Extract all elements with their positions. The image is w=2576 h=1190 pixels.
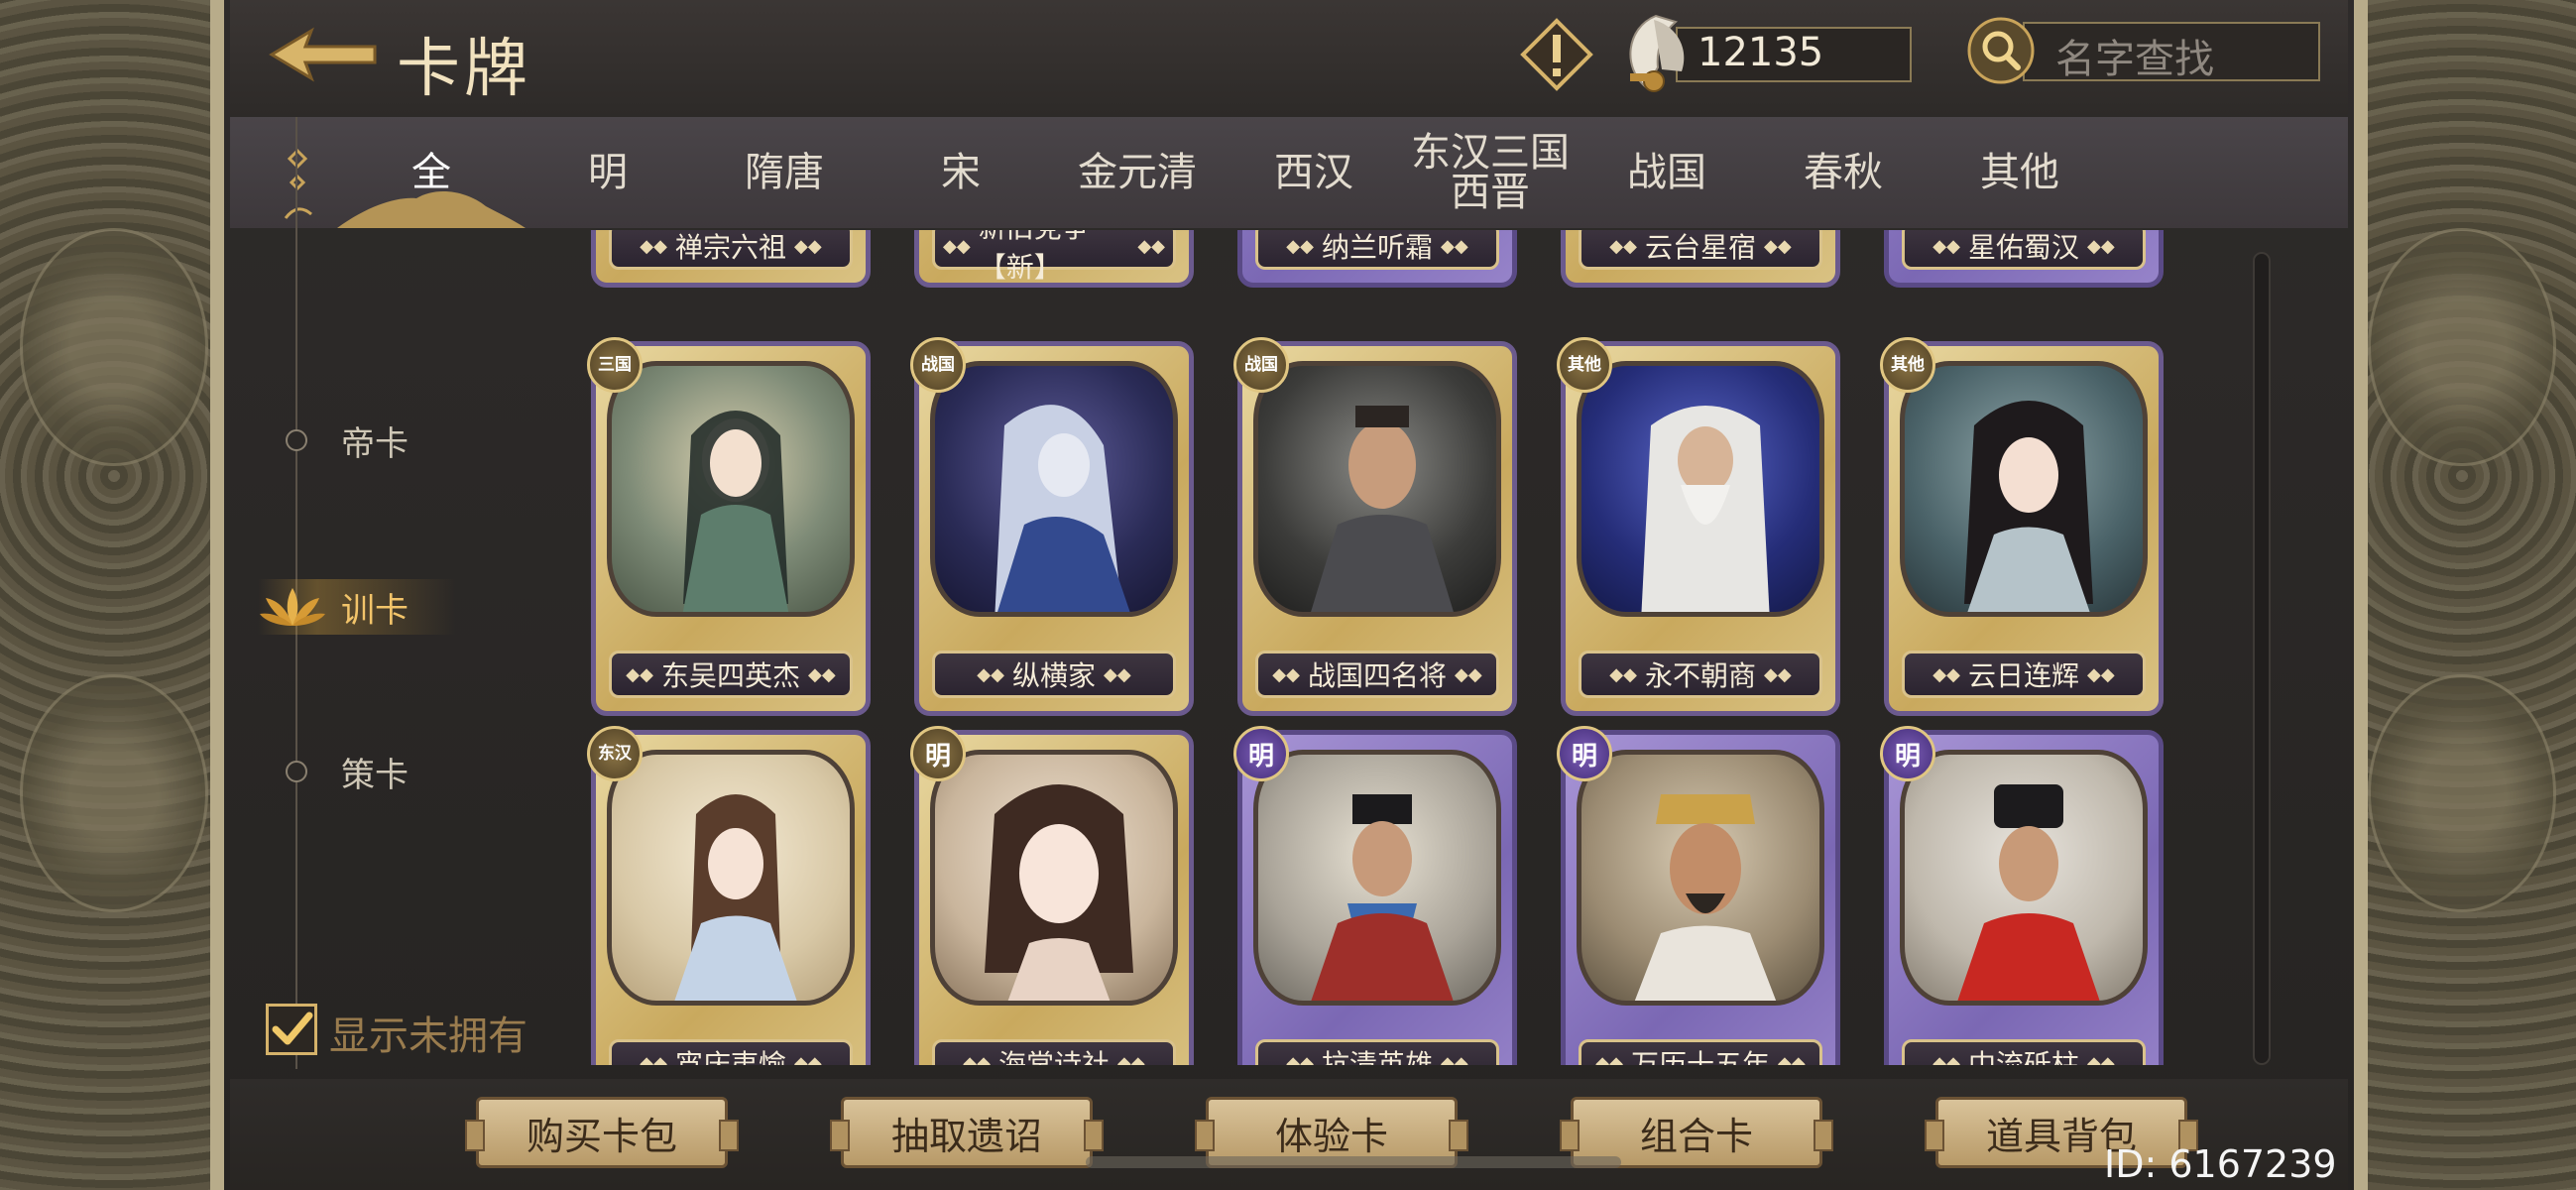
card-partial[interactable]: ◆◆ 云台星宿 ◆◆ [1561, 230, 1840, 288]
tab-ornament-icon [284, 149, 312, 219]
card-partial[interactable]: ◆◆ 禅宗六祖 ◆◆ [591, 230, 871, 288]
category-emperor-card[interactable]: 帝卡 [258, 413, 446, 468]
card-name-label: 抗清英雄 [1321, 1048, 1433, 1065]
dragon-emblem-icon [2368, 228, 2556, 466]
card-grid: ◆◆禅宗六祖◆◆ ◆◆新旧党争【新】◆◆ ◆◆纳兰听霜◆◆ ◆◆云台星宿◆◆ ◆… [575, 230, 2261, 1065]
show-unowned-label: 显示未拥有 [329, 1013, 527, 1059]
checkmark-icon [272, 1012, 313, 1045]
draw-edict-button[interactable]: 抽取遗诏 [830, 1097, 1104, 1168]
dynasty-badge: 明 [1557, 726, 1612, 781]
tab-ming[interactable]: 明 [519, 117, 697, 228]
card-collection-screen: { "header": { "title": "卡牌", "currency_v… [0, 0, 2576, 1190]
card-item[interactable]: 明 ◆◆ 中流砥柱 ◆◆ [1880, 726, 2164, 1065]
currency-amount: 12135 [1698, 30, 1824, 75]
lotus-icon [260, 588, 325, 626]
card-portrait [930, 750, 1178, 1006]
card-name-label: 禅宗六祖 [674, 231, 786, 264]
tab-other[interactable]: 其他 [1931, 117, 2109, 228]
dynasty-badge: 东汉 [587, 726, 643, 781]
card-item[interactable]: 明 ◆◆ 海棠诗社 ◆◆ [910, 726, 1194, 1065]
card-name-label: 宵庆夷愉 [674, 1048, 786, 1065]
card-item[interactable]: 明 ◆◆ 抗清英雄 ◆◆ [1233, 726, 1517, 1065]
dynasty-badge: 其他 [1880, 337, 1935, 393]
dynasty-badge: 战国 [910, 337, 966, 393]
dragon-emblem-icon [20, 674, 208, 912]
search-placeholder: 名字查找 [2055, 37, 2214, 82]
page-title: 卡牌 [397, 33, 531, 106]
card-name-label: 万历十五年 [1630, 1048, 1770, 1065]
category-label: 训卡 [341, 590, 409, 631]
right-dragon-pattern [2348, 0, 2576, 1190]
dynasty-badge: 三国 [587, 337, 643, 393]
card-item[interactable]: 东汉 ◆◆ 宵庆夷愉 ◆◆ [587, 726, 871, 1065]
card-portrait [1577, 361, 1824, 617]
dynasty-badge: 明 [1233, 726, 1289, 781]
left-dragon-pattern [0, 0, 228, 1190]
dynasty-badge: 其他 [1557, 337, 1612, 393]
card-item[interactable]: 明 ◆◆ 万历十五年 ◆◆ [1557, 726, 1840, 1065]
card-name-label: 云日连辉 [1967, 659, 2079, 692]
timeline-dot [286, 761, 307, 782]
show-unowned-checkbox[interactable] [266, 1004, 317, 1055]
tab-sui-tang[interactable]: 隋唐 [695, 117, 874, 228]
tab-all[interactable]: 全 [342, 117, 521, 228]
card-portrait [930, 361, 1178, 617]
card-name-label: 海棠诗社 [997, 1048, 1110, 1065]
tab-chunqiu[interactable]: 春秋 [1754, 117, 1932, 228]
card-portrait [1577, 750, 1824, 1006]
buy-card-pack-button[interactable]: 购买卡包 [465, 1097, 739, 1168]
category-label: 帝卡 [341, 423, 409, 464]
category-strategy-card[interactable]: 策卡 [258, 744, 446, 799]
tab-jin-yuan-qing[interactable]: 金元清 [1048, 117, 1227, 228]
tab-song[interactable]: 宋 [872, 117, 1050, 228]
dynasty-badge: 明 [1880, 726, 1935, 781]
dynasty-badge: 明 [910, 726, 966, 781]
card-portrait [1253, 750, 1501, 1006]
card-name-label: 纳兰听霜 [1321, 231, 1433, 264]
card-name-label: 云台星宿 [1644, 231, 1756, 264]
back-arrow-icon [269, 27, 377, 82]
card-partial[interactable]: ◆◆ 星佑蜀汉 ◆◆ [1884, 230, 2164, 288]
search-icon[interactable] [1966, 16, 2036, 85]
category-label: 策卡 [341, 755, 409, 795]
card-portrait [1900, 361, 2148, 617]
grid-scrollbar[interactable] [2253, 252, 2271, 1065]
card-name-label: 星佑蜀汉 [1967, 231, 2079, 264]
card-item[interactable]: 战国 ◆◆ 纵横家 ◆◆ [910, 337, 1194, 716]
dynasty-badge: 战国 [1233, 337, 1289, 393]
card-partial[interactable]: ◆◆ 纳兰听霜 ◆◆ [1237, 230, 1517, 288]
tab-donghan-sanguo-xijin[interactable]: 东汉三国 西晋 [1401, 117, 1580, 228]
card-name-label: 永不朝商 [1644, 659, 1756, 692]
warning-icon [1520, 18, 1593, 91]
card-item[interactable]: 其他 ◆◆ 云日连辉 ◆◆ [1880, 337, 2164, 716]
home-indicator[interactable] [1086, 1156, 1621, 1168]
card-portrait [1253, 361, 1501, 617]
dragon-emblem-icon [2368, 674, 2556, 912]
card-partial[interactable]: ◆◆新旧党争【新】◆◆ [914, 230, 1194, 288]
category-training-card[interactable]: 训卡 [258, 579, 456, 635]
feather-brush-icon [1629, 14, 1685, 92]
card-name-label: 东吴四英杰 [660, 659, 800, 692]
notice-button[interactable] [1517, 15, 1596, 94]
card-name-label: 纵横家 [1011, 659, 1096, 692]
card-item[interactable]: 其他 ◆◆ 永不朝商 ◆◆ [1557, 337, 1840, 716]
tab-xihan[interactable]: 西汉 [1225, 117, 1403, 228]
tab-zhanguo[interactable]: 战国 [1578, 117, 1756, 228]
back-button[interactable] [263, 20, 382, 89]
card-item[interactable]: 战国 ◆◆ 战国四名将 ◆◆ [1233, 337, 1517, 716]
card-name-label: 战国四名将 [1307, 659, 1447, 692]
player-id: ID: 6167239 [2104, 1142, 2337, 1186]
card-name-label: 新旧党争【新】 [978, 230, 1090, 284]
card-portrait [607, 750, 855, 1006]
dragon-emblem-icon [20, 228, 208, 466]
timeline-dot [286, 429, 307, 451]
card-portrait [1900, 750, 2148, 1006]
card-name-label: 中流砥柱 [1967, 1048, 2079, 1065]
card-item[interactable]: 三国 ◆◆ 东吴四英杰 ◆◆ [587, 337, 871, 716]
card-portrait [607, 361, 855, 617]
